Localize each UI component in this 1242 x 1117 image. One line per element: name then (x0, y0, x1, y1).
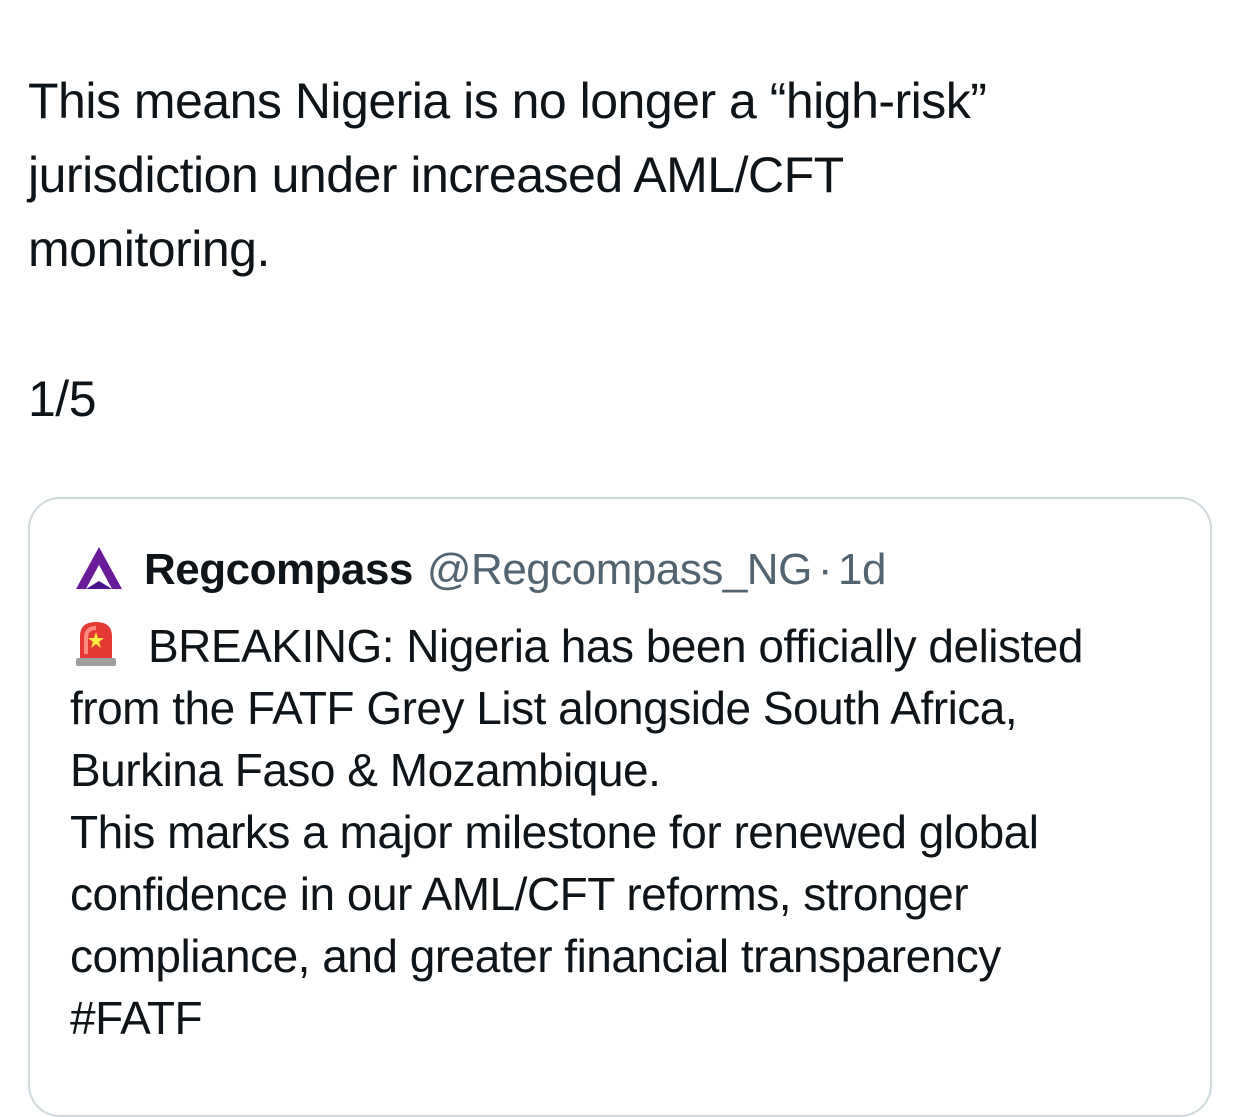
quoted-text-first-line: BREAKING: Nigeria has been officially de… (148, 620, 1083, 672)
quoted-tweet-card[interactable]: Regcompass @Regcompass_NG · 1d BREAKING:… (28, 497, 1212, 1117)
tweet-paragraph: This means Nigeria is no longer a “high-… (28, 64, 1208, 286)
quoted-author-handle[interactable]: @Regcompass_NG (427, 545, 812, 595)
quoted-text-line: confidence in our AML/CFT reforms, stron… (70, 868, 969, 920)
police-siren-icon (70, 616, 122, 668)
separator-dot: · (817, 545, 833, 594)
tweet-text-line: monitoring. (28, 221, 270, 277)
tweet-text-line: This means Nigeria is no longer a “high-… (28, 73, 987, 129)
thread-count: 1/5 (28, 371, 97, 427)
quoted-post-time[interactable]: 1d (838, 545, 886, 595)
quoted-text-line: compliance, and greater financial transp… (70, 930, 1001, 982)
tweet-text: This means Nigeria is no longer a “high-… (28, 64, 1208, 436)
quoted-author-name[interactable]: Regcompass (144, 545, 413, 595)
quoted-tweet-header: Regcompass @Regcompass_NG · 1d (70, 539, 886, 601)
quoted-text-line: BREAKING: Nigeria has been officially de… (70, 615, 1180, 677)
regcompass-logo-icon[interactable] (70, 541, 128, 599)
quoted-text-line: Burkina Faso & Mozambique. (70, 744, 661, 796)
tweet-text-line: jurisdiction under increased AML/CFT (28, 147, 844, 203)
quoted-tweet-text: BREAKING: Nigeria has been officially de… (70, 615, 1180, 1049)
quoted-text-line: This marks a major milestone for renewed… (70, 806, 1039, 858)
quoted-text-line: from the FATF Grey List alongside South … (70, 682, 1018, 734)
hashtag-link[interactable]: #FATF (70, 987, 1180, 1049)
